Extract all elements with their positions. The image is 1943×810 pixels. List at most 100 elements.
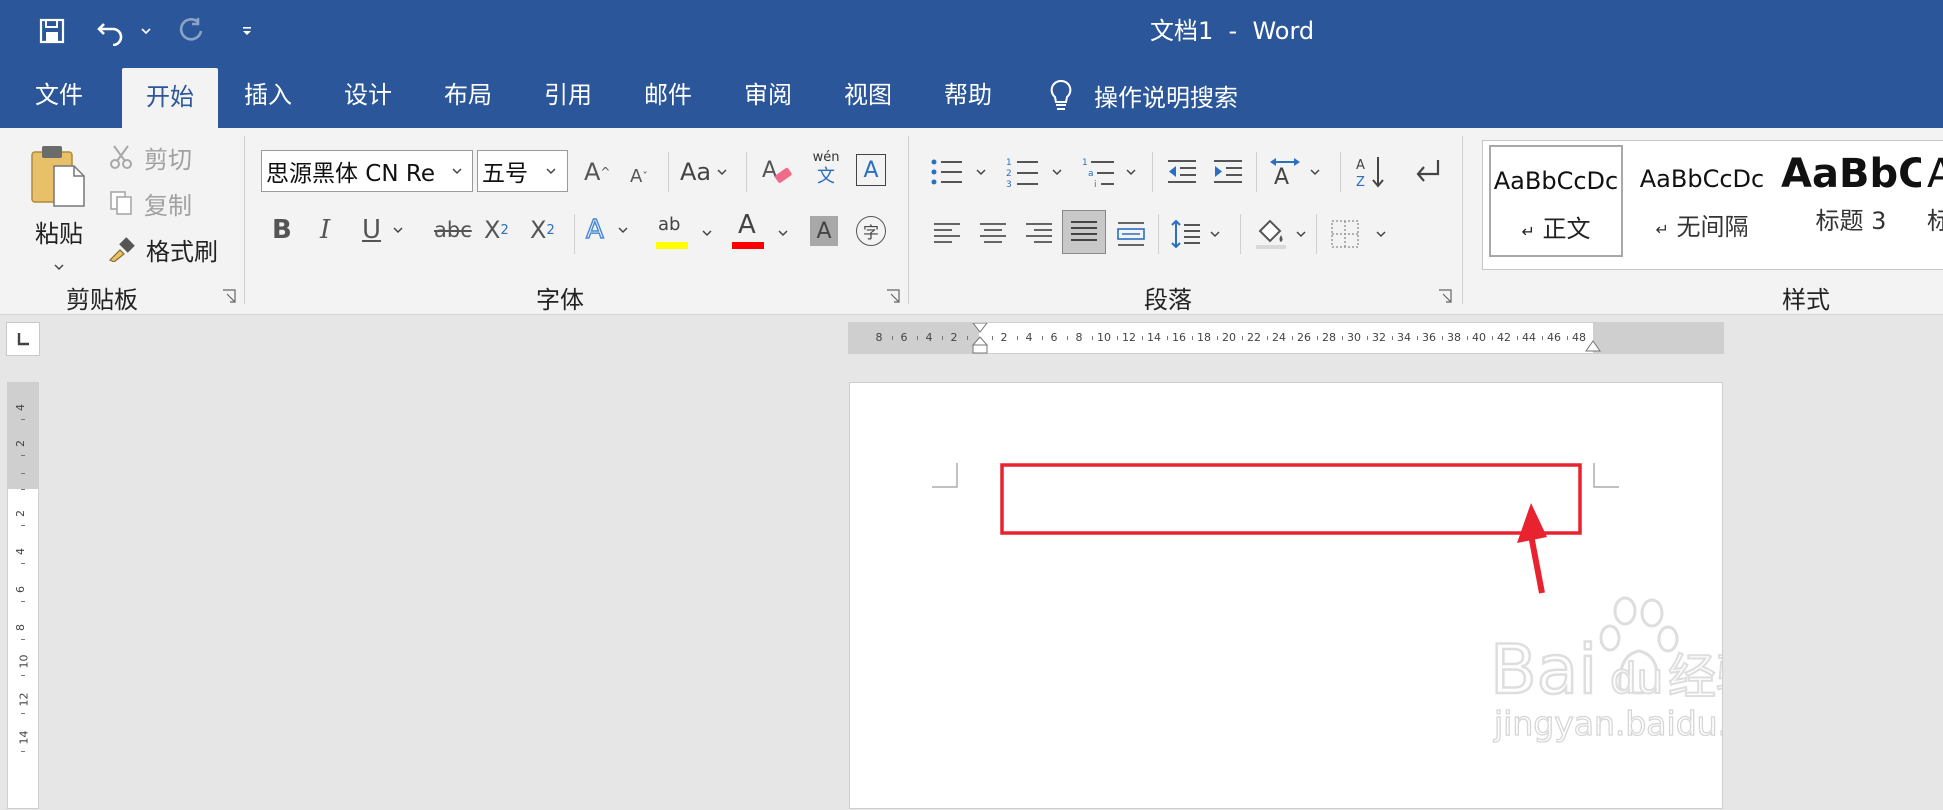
right-indent-marker-icon[interactable] xyxy=(1584,339,1602,355)
tab-references[interactable]: 引用 xyxy=(530,62,606,128)
style-tile-heading-partial[interactable]: A 标 xyxy=(1927,145,1943,257)
tab-design[interactable]: 设计 xyxy=(330,62,406,128)
ruler-tick xyxy=(1216,336,1218,340)
grow-font-button[interactable]: A ^ xyxy=(584,154,610,190)
shrink-font-button[interactable]: Aˇ xyxy=(630,158,648,194)
horizontal-ruler[interactable]: 8642 2 4 6 8 10 12 14 16 18 20 22 24 26 28 30 32 34 36 38 4… xyxy=(848,322,1724,354)
ruler-number: 18 xyxy=(1197,331,1211,344)
tab-layout[interactable]: 布局 xyxy=(430,62,506,128)
tab-home[interactable]: 开始 xyxy=(122,68,218,128)
ruler-number: 4 xyxy=(14,404,27,411)
clear-formatting-button[interactable]: A xyxy=(760,150,794,194)
underline-button[interactable]: U xyxy=(362,208,405,252)
highlight-icon: ab xyxy=(658,214,681,235)
align-center-button[interactable] xyxy=(978,214,1008,254)
borders-button[interactable] xyxy=(1330,214,1388,254)
svg-text:Bai: Bai xyxy=(1490,631,1597,710)
phonetic-guide-button[interactable]: wén 文 xyxy=(810,150,842,194)
align-left-button[interactable] xyxy=(932,214,962,254)
document-page[interactable]: Bai du 经验 jingyan.baidu.com xyxy=(849,382,1723,809)
sort-button[interactable]: AZ xyxy=(1354,152,1386,192)
styles-gallery: AaBbCcDc ↵ 正文 AaBbCcDc ↵ 无间隔 AaBbC 标题 3 … xyxy=(1482,140,1943,270)
paragraph-launcher-icon[interactable] xyxy=(1438,289,1452,303)
undo-dropdown-button[interactable] xyxy=(140,14,152,48)
highlight-button[interactable]: ab xyxy=(656,214,716,254)
distributed-button[interactable] xyxy=(1116,214,1146,254)
justify-button[interactable] xyxy=(1062,210,1106,254)
format-painter-button[interactable]: 格式刷 xyxy=(108,232,218,266)
enclose-characters-button[interactable]: 字 xyxy=(856,216,886,246)
indent-markers-icon[interactable] xyxy=(971,323,989,355)
tab-selector-button[interactable] xyxy=(6,322,40,356)
style-name-row: ↵ 无间隔 xyxy=(1631,207,1773,242)
superscript-button[interactable]: X2 xyxy=(530,208,555,252)
tell-me-search[interactable]: 操作说明搜索 xyxy=(1048,62,1238,128)
margin-corner-right xyxy=(1593,463,1619,488)
bullets-button[interactable] xyxy=(930,152,988,192)
chevron-down-icon xyxy=(976,169,986,176)
text-direction-icon: A xyxy=(1270,158,1300,188)
tab-file[interactable]: 文件 xyxy=(22,62,96,128)
style-mark: ↵ xyxy=(1521,222,1535,241)
save-button[interactable] xyxy=(38,14,66,48)
vertical-ruler[interactable]: 4 2 2 4 6 8 10 12 14 xyxy=(7,382,39,809)
align-left-icon xyxy=(934,223,960,243)
character-border-button[interactable]: A xyxy=(856,154,886,186)
ruler-tick xyxy=(1516,336,1518,340)
ruler-number: 34 xyxy=(1397,331,1411,344)
ribbon-tabs: 文件 开始 插入 设计 布局 引用 邮件 审阅 视图 帮助 操作说明搜索 xyxy=(0,62,1943,128)
tab-view[interactable]: 视图 xyxy=(830,62,906,128)
style-tile-heading-3[interactable]: AaBbC 标题 3 xyxy=(1781,145,1921,257)
ruler-tick xyxy=(1241,336,1243,340)
tab-insert[interactable]: 插入 xyxy=(230,62,306,128)
shrink-font-icon: A xyxy=(630,165,643,187)
ruler-tick xyxy=(1316,336,1318,340)
paste-button[interactable]: 粘贴 xyxy=(28,142,90,271)
font-name-combobox[interactable]: 思源黑体 CN Re xyxy=(261,150,473,192)
style-tile-no-spacing[interactable]: AaBbCcDc ↵ 无间隔 xyxy=(1631,145,1773,257)
italic-icon: I xyxy=(320,215,331,245)
font-launcher-icon[interactable] xyxy=(886,289,900,303)
tab-mailings[interactable]: 邮件 xyxy=(630,62,706,128)
decrease-indent-button[interactable] xyxy=(1166,154,1198,190)
style-tile-normal[interactable]: AaBbCcDc ↵ 正文 xyxy=(1489,145,1623,257)
styles-group-label: 样式 xyxy=(1782,286,1830,314)
align-right-button[interactable] xyxy=(1024,214,1054,254)
text-effects-button[interactable]: A xyxy=(585,208,630,252)
svg-text:1: 1 xyxy=(1006,158,1012,168)
tab-help[interactable]: 帮助 xyxy=(930,62,1006,128)
bold-button[interactable]: B xyxy=(272,208,292,252)
change-case-button[interactable]: Aa xyxy=(680,152,729,192)
tab-review[interactable]: 审阅 xyxy=(730,62,806,128)
copy-button[interactable]: 复制 xyxy=(108,186,192,220)
ruler-number: 8 xyxy=(1075,331,1083,344)
numbering-button[interactable]: 123 xyxy=(1006,152,1064,192)
clipboard-launcher-icon[interactable] xyxy=(222,289,236,303)
highlight-color-bar xyxy=(656,242,688,249)
increase-indent-button[interactable] xyxy=(1212,154,1244,190)
ruler-number: 2 xyxy=(950,331,958,344)
ruler-number: 8 xyxy=(875,331,883,344)
customize-qat-button[interactable] xyxy=(240,14,254,48)
character-shading-button[interactable]: A xyxy=(810,216,838,246)
font-color-button[interactable]: A xyxy=(732,210,792,254)
show-marks-button[interactable] xyxy=(1410,152,1442,192)
subscript-button[interactable]: X2 xyxy=(484,208,509,252)
bullets-icon xyxy=(931,159,962,185)
ruler-number: 2 xyxy=(14,510,27,517)
ruler-number: 8 xyxy=(14,624,27,631)
strikethrough-button[interactable]: abc xyxy=(434,208,472,252)
paintbrush-icon xyxy=(108,237,135,262)
svg-text:3: 3 xyxy=(1006,180,1012,188)
ruler-number: 44 xyxy=(1522,331,1536,344)
text-direction-button[interactable]: A xyxy=(1268,152,1322,192)
group-separator xyxy=(746,152,747,192)
multilevel-list-button[interactable]: 1ai xyxy=(1082,152,1138,192)
line-spacing-button[interactable] xyxy=(1170,212,1222,256)
shading-button[interactable] xyxy=(1254,212,1308,256)
italic-button[interactable]: I xyxy=(320,208,330,252)
undo-button[interactable] xyxy=(96,14,126,48)
cut-button[interactable]: 剪切 xyxy=(108,140,192,174)
redo-button[interactable] xyxy=(176,14,206,48)
font-size-combobox[interactable]: 五号 xyxy=(477,150,568,192)
